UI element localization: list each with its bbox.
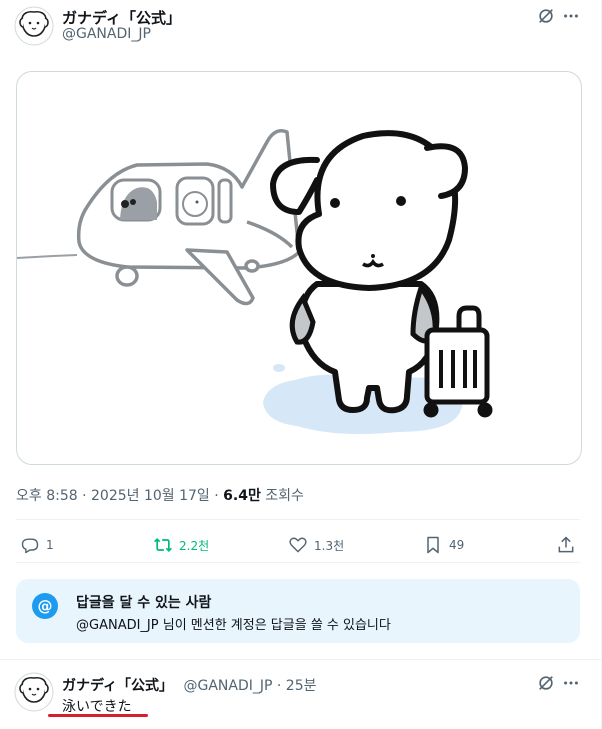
tweet-image[interactable] xyxy=(16,71,582,465)
reply-author-name[interactable]: ガナディ「公式」 xyxy=(62,678,173,694)
reply-restriction-subtitle: @GANADI_JP 님이 멘션한 계정은 답글을 쓸 수 있습니다 xyxy=(76,618,391,633)
retweet-icon xyxy=(154,537,172,553)
reply-restriction-title: 답글을 달 수 있는 사람 xyxy=(76,595,212,611)
like-count: 1.3천 xyxy=(314,538,345,553)
like-icon xyxy=(289,537,307,553)
divider-bottom xyxy=(16,562,580,563)
reply-author-handle-time[interactable]: @GANADI_JP · 25분 xyxy=(183,678,316,694)
reply-grok-button[interactable] xyxy=(535,672,557,694)
bookmark-icon xyxy=(427,536,439,554)
puppy-avatar-icon xyxy=(14,672,54,712)
bookmark-button[interactable]: 49 xyxy=(423,532,464,558)
reply-avatar[interactable] xyxy=(14,672,54,712)
timestamp[interactable]: 오후 8:58 · 2025년 10월 17일 · xyxy=(16,488,223,504)
retweet-button[interactable]: 2.2천 xyxy=(153,532,209,558)
share-button[interactable] xyxy=(556,532,576,558)
mention-icon: @ xyxy=(32,593,58,619)
puppy-avatar-icon xyxy=(14,6,54,46)
more-icon xyxy=(564,14,578,18)
more-icon xyxy=(564,681,578,685)
share-icon xyxy=(558,536,574,553)
tweet-meta: 오후 8:58 · 2025년 10월 17일 · 6.4만 조회수 xyxy=(16,485,304,505)
puppy-airplane-illustration xyxy=(17,129,493,434)
avatar[interactable] xyxy=(14,6,54,46)
reply-icon xyxy=(21,538,39,554)
author-name[interactable]: ガナディ「公式」 xyxy=(62,7,181,28)
reply-text: 泳いできた xyxy=(62,699,132,715)
red-underline-annotation xyxy=(48,714,148,717)
grok-icon xyxy=(539,9,553,23)
view-count: 6.4만 xyxy=(223,488,261,504)
grok-button[interactable] xyxy=(535,5,557,27)
retweet-count: 2.2천 xyxy=(179,538,210,553)
reply-header: ガナディ「公式」 @GANADI_JP · 25분 xyxy=(62,675,317,695)
reply-restriction-box: @ 답글을 달 수 있는 사람 @GANADI_JP 님이 멘션한 계정은 답글… xyxy=(16,579,580,643)
divider-top xyxy=(16,519,580,520)
more-button[interactable] xyxy=(560,5,582,27)
reply-more-button[interactable] xyxy=(560,672,582,694)
grok-icon xyxy=(539,676,553,690)
reply-button[interactable]: 1 xyxy=(20,532,54,558)
bookmark-count: 49 xyxy=(449,538,465,552)
author-handle[interactable]: @GANADI_JP xyxy=(62,26,151,42)
like-button[interactable]: 1.3천 xyxy=(288,532,344,558)
tweet-separator xyxy=(0,659,601,660)
reply-count: 1 xyxy=(46,538,54,552)
view-label: 조회수 xyxy=(260,488,304,504)
